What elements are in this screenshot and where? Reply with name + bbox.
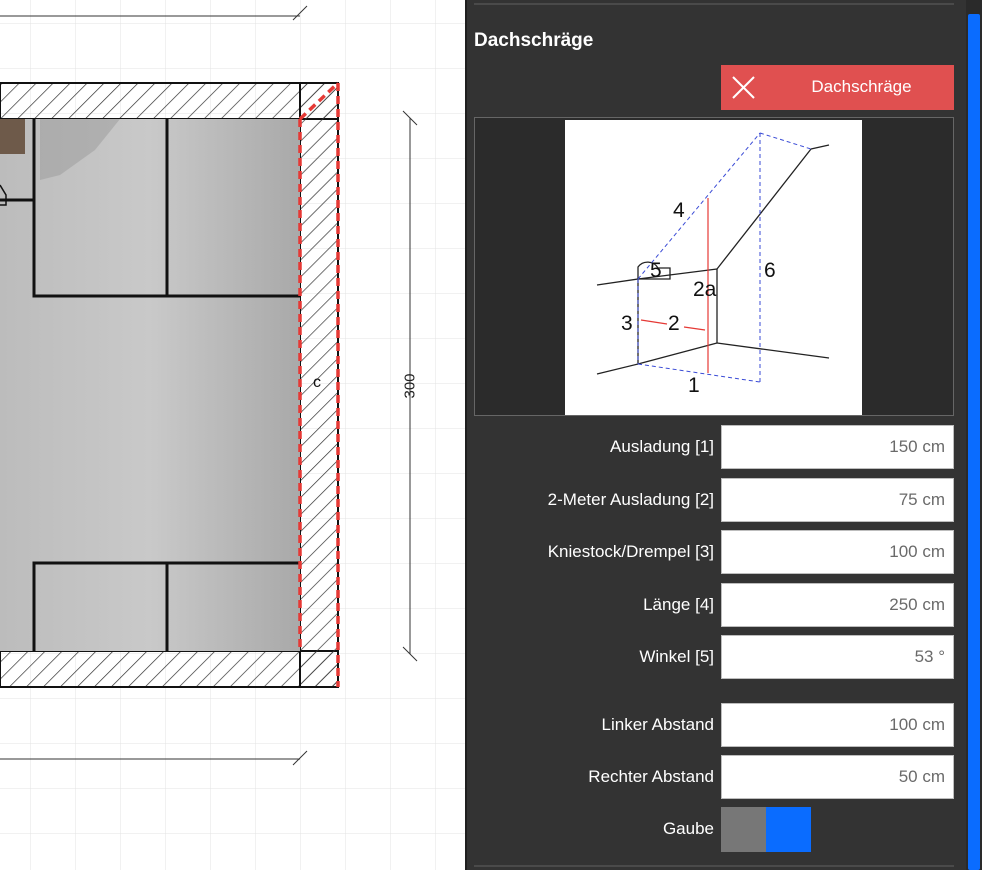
- gaube-toggle[interactable]: [721, 807, 811, 852]
- dimension-label: 300: [401, 373, 419, 399]
- field-label: Länge [4]: [643, 595, 714, 614]
- diagram-label-5: 5: [650, 259, 662, 282]
- two-meter-ausladung-input[interactable]: [721, 478, 954, 522]
- remove-roof-slope-label: Dachschräge: [811, 77, 912, 96]
- field-label: Winkel [5]: [639, 647, 714, 666]
- panel-title: Dachschräge: [474, 30, 594, 51]
- field-row-laenge: Länge [4]: [467, 583, 982, 627]
- kniestock-input[interactable]: [721, 530, 954, 574]
- field-label: Rechter Abstand: [588, 767, 714, 786]
- diagram-label-4: 4: [673, 199, 685, 222]
- properties-panel: Dachschräge Dachschräge 1 2 2a 3 4 5 6 A…: [465, 0, 982, 870]
- room-floor[interactable]: [0, 119, 300, 651]
- field-row-2m-ausladung: 2-Meter Ausladung [2]: [467, 478, 982, 522]
- ausladung-input[interactable]: [721, 425, 954, 469]
- field-row-ausladung: Ausladung [1]: [467, 425, 982, 469]
- diagram-label-1: 1: [688, 374, 700, 397]
- rechter-abstand-input[interactable]: [721, 755, 954, 799]
- field-row-kniestock: Kniestock/Drempel [3]: [467, 530, 982, 574]
- linker-abstand-input[interactable]: [721, 703, 954, 747]
- diagram-label-3: 3: [621, 312, 633, 335]
- field-label: Ausladung [1]: [610, 437, 714, 456]
- floorplan-drawing[interactable]: [0, 0, 465, 870]
- diagram-label-2: 2: [668, 312, 680, 335]
- scrollbar-thumb[interactable]: [968, 14, 980, 870]
- toggle-knob: [766, 807, 811, 852]
- panel-scrollbar[interactable]: [966, 0, 982, 870]
- field-label: 2-Meter Ausladung [2]: [547, 490, 714, 509]
- toggle-track: [721, 807, 766, 852]
- wall-bottom[interactable]: [0, 650, 339, 688]
- close-icon: [732, 76, 755, 99]
- field-row-linker-abstand: Linker Abstand: [467, 703, 982, 747]
- field-label: Linker Abstand: [601, 715, 714, 734]
- field-row-rechter-abstand: Rechter Abstand: [467, 755, 982, 799]
- diagram-label-2a: 2a: [693, 278, 717, 301]
- floorplan-canvas[interactable]: c 300: [0, 0, 465, 870]
- field-row-winkel: Winkel [5]: [467, 635, 982, 679]
- gaube-label: Gaube: [662, 819, 714, 838]
- divider: [474, 3, 954, 5]
- field-label: Kniestock/Drempel [3]: [547, 542, 714, 561]
- roof-slope-diagram: 1 2 2a 3 4 5 6: [474, 117, 954, 416]
- diagram-label-6: 6: [764, 259, 776, 282]
- wall-label: c: [313, 374, 321, 391]
- divider: [474, 865, 954, 867]
- remove-roof-slope-button[interactable]: Dachschräge: [721, 65, 954, 110]
- roof-slope-illustration: 1 2 2a 3 4 5 6: [596, 132, 830, 397]
- winkel-input[interactable]: [721, 635, 954, 679]
- wall-top[interactable]: [0, 82, 339, 120]
- laenge-input[interactable]: [721, 583, 954, 627]
